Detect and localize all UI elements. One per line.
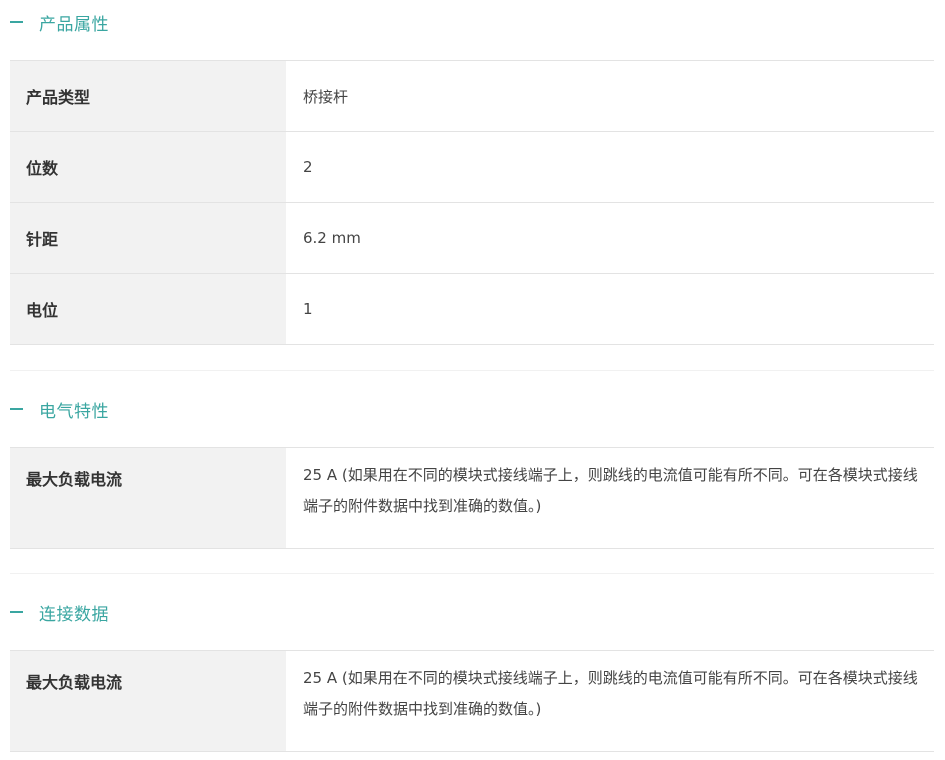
- spec-page: 产品属性 产品类型 桥接杆 位数 2 针距 6.2 mm 电位 1 电气特性 最…: [0, 0, 945, 760]
- section-electrical: 电气特性: [0, 387, 945, 431]
- section-product-attributes: 产品属性: [0, 0, 945, 44]
- row-value: 桥接杆: [303, 87, 349, 106]
- row-label: 位数: [10, 132, 286, 202]
- section-connection: 连接数据: [0, 590, 945, 634]
- table-row: 针距 6.2 mm: [10, 203, 934, 274]
- minus-icon[interactable]: [10, 408, 23, 410]
- section-divider: [10, 370, 934, 371]
- table-row: 最大负载电流 25 A (如果用在不同的模块式接线端子上，则跳线的电流值可能有所…: [10, 448, 934, 549]
- row-value: 25 A (如果用在不同的模块式接线端子上，则跳线的电流值可能有所不同。可在各模…: [303, 669, 918, 718]
- section-title: 电气特性: [39, 401, 109, 422]
- spec-table-product-attributes: 产品类型 桥接杆 位数 2 针距 6.2 mm 电位 1: [10, 60, 934, 345]
- minus-icon[interactable]: [10, 611, 23, 613]
- row-value: 1: [303, 300, 313, 318]
- row-value: 6.2 mm: [303, 229, 361, 247]
- table-row: 产品类型 桥接杆: [10, 61, 934, 132]
- section-header-electrical[interactable]: 电气特性: [0, 387, 945, 431]
- section-title: 产品属性: [39, 14, 109, 35]
- row-value: 25 A (如果用在不同的模块式接线端子上，则跳线的电流值可能有所不同。可在各模…: [303, 466, 918, 515]
- section-divider: [10, 573, 934, 574]
- row-label: 产品类型: [10, 61, 286, 131]
- table-row: 位数 2: [10, 132, 934, 203]
- row-label: 针距: [10, 203, 286, 273]
- section-header-product-attributes[interactable]: 产品属性: [0, 0, 945, 44]
- table-row: 电位 1: [10, 274, 934, 345]
- spec-table-connection: 最大负载电流 25 A (如果用在不同的模块式接线端子上，则跳线的电流值可能有所…: [10, 650, 934, 752]
- row-label: 电位: [10, 274, 286, 344]
- row-label: 最大负载电流: [10, 651, 286, 751]
- spec-table-electrical: 最大负载电流 25 A (如果用在不同的模块式接线端子上，则跳线的电流值可能有所…: [10, 447, 934, 549]
- section-header-connection[interactable]: 连接数据: [0, 590, 945, 634]
- table-row: 最大负载电流 25 A (如果用在不同的模块式接线端子上，则跳线的电流值可能有所…: [10, 651, 934, 752]
- row-value: 2: [303, 158, 313, 176]
- row-label: 最大负载电流: [10, 448, 286, 548]
- section-title: 连接数据: [39, 604, 109, 625]
- minus-icon[interactable]: [10, 21, 23, 23]
